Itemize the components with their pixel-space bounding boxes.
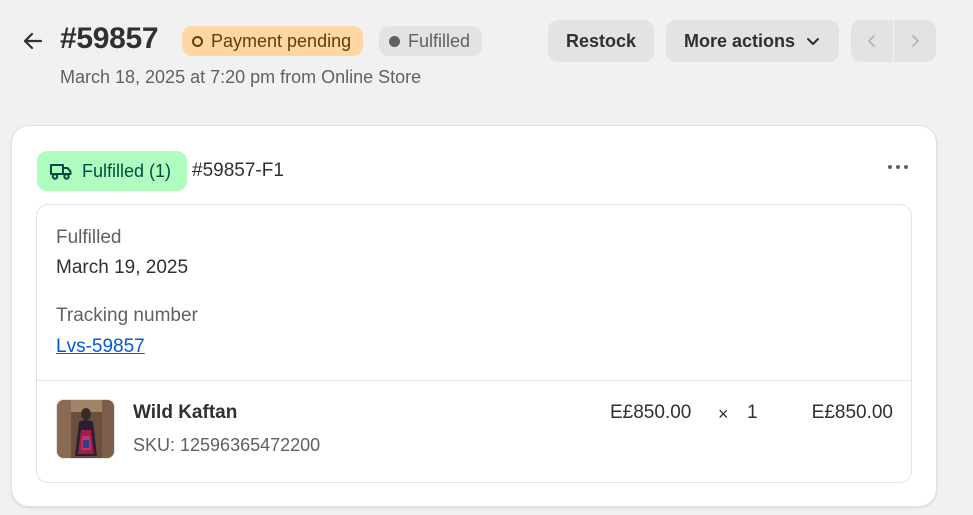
restock-button[interactable]: Restock xyxy=(548,20,654,62)
page-title: #59857 xyxy=(60,22,159,55)
product-thumbnail[interactable] xyxy=(56,399,115,459)
quantity: 1 xyxy=(747,402,758,423)
product-name[interactable]: Wild Kaftan xyxy=(133,402,237,424)
fulfilled-date: March 19, 2025 xyxy=(56,257,189,278)
arrow-left-icon xyxy=(23,32,43,50)
chevron-down-icon xyxy=(807,38,820,45)
fulfillment-status-label: Fulfilled xyxy=(408,30,471,51)
more-actions-label: More actions xyxy=(683,30,796,51)
product-sku: SKU: 12596365472200 xyxy=(133,435,321,455)
delivery-truck-icon xyxy=(50,164,72,180)
fulfillment-card: Fulfilled (1) #59857-F1 Fulfilled March … xyxy=(11,125,937,507)
ellipsis-dot xyxy=(888,165,892,169)
back-button[interactable] xyxy=(18,26,48,56)
divider xyxy=(37,380,911,381)
chevron-left-icon xyxy=(868,35,875,47)
line-total: E£850.00 xyxy=(811,402,893,423)
fulfillment-status-badge: Fulfilled xyxy=(379,26,483,56)
fulfilled-label: Fulfilled xyxy=(56,227,122,248)
product-image xyxy=(57,400,114,458)
unit-price: E£850.00 xyxy=(610,402,692,423)
fulfillment-status-text: Fulfilled (1) xyxy=(82,160,172,181)
pending-ring-icon xyxy=(192,35,203,47)
order-subtitle: March 18, 2025 at 7:20 pm from Online St… xyxy=(60,67,422,87)
payment-status-label: Payment pending xyxy=(211,30,352,51)
fulfillment-id: #59857-F1 xyxy=(192,160,284,181)
more-actions-button[interactable]: More actions xyxy=(666,20,839,62)
status-dot-icon xyxy=(389,35,400,47)
restock-button-label: Restock xyxy=(565,30,637,51)
multiply-sign: × xyxy=(718,404,729,424)
next-order-button[interactable] xyxy=(893,20,936,62)
chevron-right-icon xyxy=(912,35,919,47)
ellipsis-dot xyxy=(896,165,900,169)
fulfillment-details: Fulfilled March 19, 2025 Tracking number… xyxy=(36,204,912,483)
tracking-number-label: Tracking number xyxy=(56,305,198,326)
tracking-number-link[interactable]: Lvs-59857 xyxy=(56,336,145,358)
previous-order-button[interactable] xyxy=(851,20,893,62)
ellipsis-dot xyxy=(904,165,908,169)
payment-status-badge: Payment pending xyxy=(182,26,364,56)
fulfillment-menu-button[interactable] xyxy=(882,156,914,178)
order-pager xyxy=(851,20,936,62)
fulfillment-status-chip: Fulfilled (1) xyxy=(37,151,187,191)
